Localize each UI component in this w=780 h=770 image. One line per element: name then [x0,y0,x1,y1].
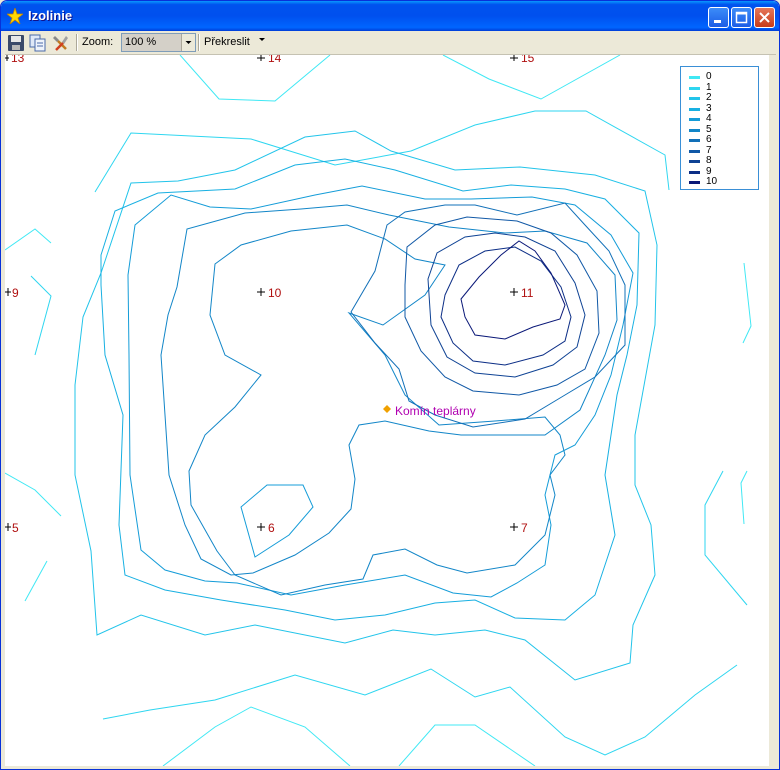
legend-label: 1 [706,81,712,93]
point-7-cross [510,523,518,531]
save-icon[interactable] [7,34,25,52]
isoline-0 [5,228,52,251]
isoline-0 [24,560,48,602]
redraw-dropdown-arrow-icon[interactable] [259,38,266,43]
point-6-cross [257,523,265,531]
izolinie-window: Izolinie Zoom: 100 % Překreslit 13 14 15… [0,0,780,770]
zoom-select[interactable]: 100 % [121,33,196,52]
legend-label: 5 [706,123,712,135]
legend-swatch [689,97,700,100]
legend-swatch [689,160,700,163]
point-label: 5 [12,521,19,535]
isoline-2 [74,130,658,681]
maximize-icon [735,11,748,24]
point-15-cross [510,55,518,61]
isoline-5 [188,224,566,596]
toolbar-separator [76,34,78,51]
legend-swatch [689,170,700,174]
chimney-marker-icon[interactable] [383,405,391,413]
point-label: 11 [521,286,534,300]
legend-swatch [689,118,700,121]
point-14-cross [257,55,265,61]
legend: 0 1 2 3 4 5 6 7 8 9 10 [680,66,759,190]
chimney-marker-label: Komín teplárny [395,404,476,418]
zoom-label: Zoom: [82,36,114,48]
zoom-value: 100 % [125,36,157,48]
minimize-icon [714,20,721,23]
point-9-cross [5,288,11,296]
close-icon [759,12,770,23]
legend-swatch [689,128,700,132]
legend-label: 9 [706,165,712,177]
toolbar: Zoom: 100 % Překreslit [5,31,776,55]
legend-label: 10 [706,176,718,187]
legend-swatch [689,107,700,111]
legend-swatch [689,86,700,90]
isoline-island [240,484,314,558]
zoom-dropdown-button[interactable] [181,34,195,51]
close-button[interactable] [754,7,775,28]
window-title: Izolinie [28,8,73,23]
point-10-cross [257,288,265,296]
title-bar[interactable]: Izolinie [1,1,779,31]
legend-swatch [689,149,700,153]
toolbar-separator [198,34,200,51]
chevron-down-icon [185,41,192,44]
isoline-1 [94,110,670,193]
legend-label: 6 [706,134,712,145]
isoline-4 [127,185,634,598]
point-label: 7 [521,521,528,535]
measurement-points [5,55,518,531]
legend-swatch [689,76,700,79]
point-label: 13 [11,55,25,65]
isoline-1 [30,275,52,356]
isoline-9 [440,246,572,366]
copy-icon[interactable] [29,34,47,52]
legend-label: 0 [706,71,712,82]
point-11-cross [510,288,518,296]
isoline-0 [740,470,748,525]
contour-lines [5,55,752,766]
minimize-button[interactable] [708,7,729,28]
isoline-0 [742,262,752,344]
isoline-3 [100,158,640,621]
legend-label: 7 [706,144,712,156]
isoline-0 [162,706,351,766]
legend-label: 4 [706,113,712,124]
star-app-icon [7,8,23,24]
point-13-cross [5,55,9,61]
isoline-6 [350,202,626,428]
point-label: 6 [268,521,275,535]
legend-swatch [689,139,700,142]
tools-icon[interactable] [52,34,70,52]
isoline-7 [404,216,600,396]
isoline-0 [179,55,331,102]
window-border-right [769,55,776,766]
legend-label: 2 [706,92,712,103]
point-label: 15 [521,55,535,65]
legend-swatch [689,181,700,184]
point-label: 10 [268,286,282,300]
isoline-8 [427,232,586,378]
point-5-cross [5,523,11,531]
isoline-1 [704,470,748,606]
point-label: 14 [268,55,282,65]
legend-label: 3 [706,102,712,114]
isoline-0 [5,472,62,517]
contour-map-canvas[interactable]: 13 14 15 9 10 11 5 6 7 Komín teplárny 0 … [5,55,769,766]
maximize-button[interactable] [731,7,752,28]
isoline-0 [398,724,536,766]
point-label: 9 [12,286,19,300]
legend-label: 8 [706,155,712,166]
redraw-button[interactable]: Překreslit [204,36,250,48]
